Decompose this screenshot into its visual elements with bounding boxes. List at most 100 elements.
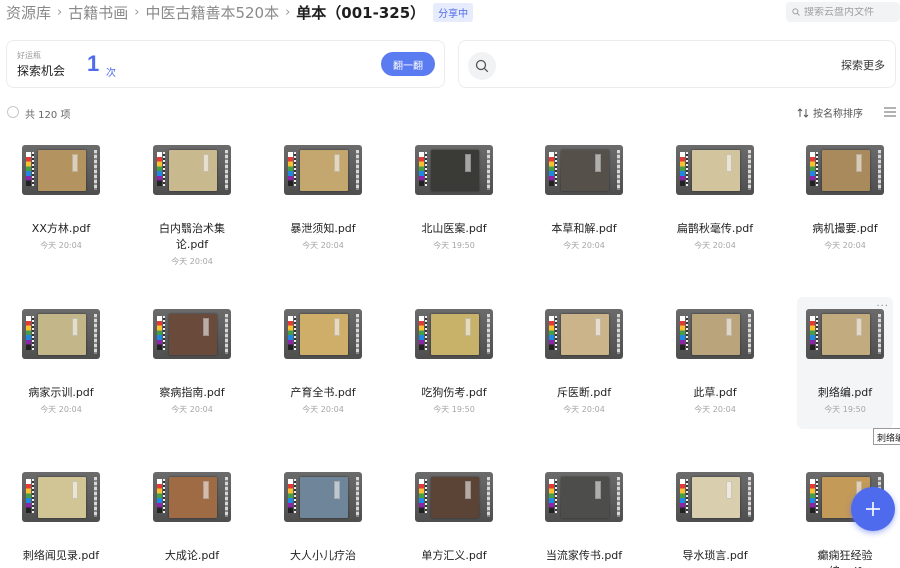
ruler-strip (356, 314, 359, 354)
book-cover (431, 314, 479, 355)
file-item[interactable]: 察病指南.pdf 今天 20:04 (144, 297, 240, 429)
color-chart (810, 152, 815, 186)
color-chart (680, 479, 685, 513)
sharing-status-badge: 分享中 (433, 3, 474, 22)
file-item[interactable]: 刺络闻见录.pdf今天 20:04 (13, 460, 109, 568)
file-name: 白内翳治术集论.pdf (159, 222, 225, 251)
file-thumbnail (415, 145, 493, 195)
ruler-strip (816, 152, 818, 186)
sort-label: 按名称排序 (813, 109, 863, 120)
color-chart (549, 316, 554, 350)
more-options-icon[interactable]: ··· (876, 301, 889, 312)
file-thumbnail (153, 145, 231, 195)
color-chart (680, 316, 685, 350)
file-name: 癫痫狂经验编.pdf (817, 549, 873, 568)
file-item[interactable]: 白内翳治术集论.pdf 今天 20:04 (144, 133, 240, 266)
file-thumbnail (676, 145, 754, 195)
select-all-checkbox[interactable] (7, 106, 19, 118)
explore-chance-label: 探索机会 (17, 64, 66, 78)
chevron-right-icon: › (57, 5, 63, 20)
ruler-strip (617, 150, 620, 190)
book-cover (38, 477, 86, 518)
ruler-strip (748, 314, 751, 354)
ruler-strip (225, 314, 228, 354)
file-thumbnail (415, 309, 493, 359)
file-item[interactable]: 单方汇义.pdf今天 20:04 (406, 460, 502, 568)
search-input[interactable] (804, 6, 900, 18)
explore-more-link[interactable]: 探索更多 (841, 57, 885, 73)
plus-icon (866, 502, 880, 516)
file-thumbnail (545, 472, 623, 522)
ruler-strip (748, 477, 751, 517)
book-cover (692, 477, 740, 518)
file-name: 扁鹊秋毫传.pdf (676, 222, 754, 235)
ruler-strip (425, 316, 427, 350)
ruler-strip (32, 316, 34, 350)
file-modified-time: 今天 20:04 (171, 257, 213, 266)
breadcrumb: 资源库 › 古籍书画 › 中医古籍善本520本 › 单本（001-325） 分享… (6, 2, 474, 23)
chevron-right-icon: › (134, 5, 140, 20)
file-item[interactable]: 大人小儿疗治今天 20:04 (275, 460, 371, 568)
book-cover (38, 314, 86, 355)
file-modified-time: 今天 19:50 (824, 405, 866, 414)
file-thumbnail (153, 309, 231, 359)
file-name: 刺络编.pdf (817, 386, 873, 399)
ruler-strip (878, 150, 881, 190)
breadcrumb-item-resources[interactable]: 资源库 (6, 2, 51, 23)
chance-count: 1 (87, 51, 100, 76)
file-item[interactable]: 暴泄须知.pdf 今天 20:04 (275, 133, 371, 265)
file-name: 病机撮要.pdf (812, 222, 878, 235)
breadcrumb-item-tcm-collection[interactable]: 中医古籍善本520本 (145, 2, 279, 23)
file-thumbnail (22, 472, 100, 522)
file-item[interactable]: 导水琐言.pdf今天 20:04 (667, 460, 763, 568)
ruler-strip (425, 479, 427, 513)
book-cover (169, 314, 217, 355)
file-name: 此草.pdf (693, 386, 737, 399)
file-item[interactable]: 当流家传书.pdf今天 20:04 (536, 460, 632, 568)
file-item[interactable]: 产育全书.pdf 今天 20:04 (275, 297, 371, 429)
search-icon (475, 59, 489, 73)
book-cover (561, 150, 609, 191)
file-item[interactable]: 大成论.pdf今天 20:04 (144, 460, 240, 568)
filename-tooltip: 刺络编 (873, 428, 900, 445)
file-thumbnail (22, 309, 100, 359)
book-cover (431, 477, 479, 518)
color-chart (549, 479, 554, 513)
file-name: 吃狗伤考.pdf (421, 386, 487, 399)
book-cover (822, 314, 870, 355)
add-fab-button[interactable] (851, 487, 895, 531)
ruler-strip (748, 150, 751, 190)
ruler-strip (294, 479, 296, 513)
file-thumbnail (22, 145, 100, 195)
file-item[interactable]: XX方林.pdf 今天 20:04 (13, 133, 109, 265)
book-cover (561, 477, 609, 518)
ruler-strip (32, 479, 34, 513)
ruler-strip (163, 152, 165, 186)
file-item[interactable]: 扁鹊秋毫传.pdf 今天 20:04 (667, 133, 763, 265)
file-name: 当流家传书.pdf (545, 549, 623, 562)
file-item[interactable]: 本草和解.pdf 今天 20:04 (536, 133, 632, 265)
file-item[interactable]: 此草.pdf 今天 20:04 (667, 297, 763, 429)
breadcrumb-item-ancient-books[interactable]: 古籍书画 (68, 2, 128, 23)
file-thumbnail (806, 309, 884, 359)
file-name: 大人小儿疗治 (290, 549, 356, 562)
ruler-strip (555, 152, 557, 186)
file-name: 北山医案.pdf (421, 222, 487, 235)
file-item[interactable]: 刺络编.pdf 今天 19:50 ··· (797, 297, 893, 429)
file-name: 本草和解.pdf (551, 222, 617, 235)
cloud-search-box[interactable] (786, 2, 900, 22)
explore-search-button[interactable] (468, 52, 496, 80)
list-menu-icon[interactable] (884, 107, 896, 117)
file-modified-time: 今天 20:04 (40, 405, 82, 414)
file-item[interactable]: 病家示训.pdf 今天 20:04 (13, 297, 109, 429)
file-item[interactable]: 斥医断.pdf 今天 20:04 (536, 297, 632, 429)
file-item[interactable]: 吃狗伤考.pdf 今天 19:50 (406, 297, 502, 429)
file-item[interactable]: 北山医案.pdf 今天 19:50 (406, 133, 502, 265)
explore-card[interactable]: 探索更多 (458, 40, 896, 88)
color-chart (680, 152, 685, 186)
file-item[interactable]: 病机撮要.pdf 今天 20:04 (797, 133, 893, 265)
sort-by-name-button[interactable]: 按名称排序 (797, 105, 863, 120)
ruler-strip (686, 479, 688, 513)
flip-button[interactable]: 翻一翻 (381, 52, 435, 76)
lucky-bottle-caption: 好运瓶 (17, 51, 41, 60)
